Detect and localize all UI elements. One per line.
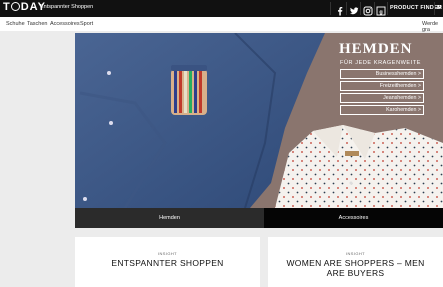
google-plus-icon[interactable]: g	[376, 3, 386, 16]
facebook-icon[interactable]	[335, 3, 345, 16]
divider	[330, 2, 331, 15]
nav-item-taschen[interactable]: Taschen	[27, 21, 48, 27]
divider	[346, 2, 347, 15]
hero-banner[interactable]: HEMDEN FÜR JEDE KRAGENWEITE Businesshemd…	[75, 33, 443, 208]
instagram-icon[interactable]	[363, 3, 373, 16]
menu-link-cut[interactable]: M	[437, 5, 442, 11]
article-card[interactable]: INSIGHT WOMEN ARE SHOPPERS – MEN ARE BUY…	[268, 237, 443, 287]
nav-item-accessoires[interactable]: Accessoires	[50, 21, 80, 27]
nav-item-schuhe[interactable]: Schuhe	[6, 21, 25, 27]
nav-item-sport[interactable]: Sport	[80, 21, 93, 27]
category-nav: Schuhe Taschen Accessoires Sport Werde g…	[0, 17, 443, 33]
card-kicker: INSIGHT	[157, 251, 178, 256]
divider	[360, 2, 361, 15]
article-card[interactable]: INSIGHT ENTSPANNTER SHOPPEN	[75, 237, 260, 287]
card-kicker: INSIGHT	[345, 251, 366, 256]
top-bar: T DAY Entspannter Shoppen g PRODUCT FINDE…	[0, 0, 443, 17]
divider	[434, 2, 435, 15]
twitter-icon[interactable]	[349, 3, 359, 15]
tab-hemden[interactable]: Hemden	[75, 208, 264, 228]
karohemden-button[interactable]: Karohemden >	[340, 105, 424, 115]
businesshemden-button[interactable]: Businesshemden >	[340, 69, 424, 79]
jeanshemden-button[interactable]: Jeanshemden >	[340, 93, 424, 103]
svg-text:g: g	[379, 9, 382, 15]
tab-accessoires[interactable]: Accessoires	[264, 208, 443, 228]
divider	[374, 2, 375, 15]
divider	[387, 2, 388, 15]
card-title[interactable]: ENTSPANNTER SHOPPEN	[85, 258, 250, 268]
hero-subtitle: FÜR JEDE KRAGENWEITE	[340, 60, 422, 66]
brand-tagline: Entspannter Shoppen	[40, 4, 94, 10]
card-title[interactable]: WOMEN ARE SHOPPERS – MEN ARE BUYERS	[278, 258, 433, 278]
hero-title: HEMDEN	[339, 41, 413, 57]
signup-prompt[interactable]: Werde gra	[422, 21, 443, 33]
freizeithemden-button[interactable]: Freizeithemden >	[340, 81, 424, 91]
